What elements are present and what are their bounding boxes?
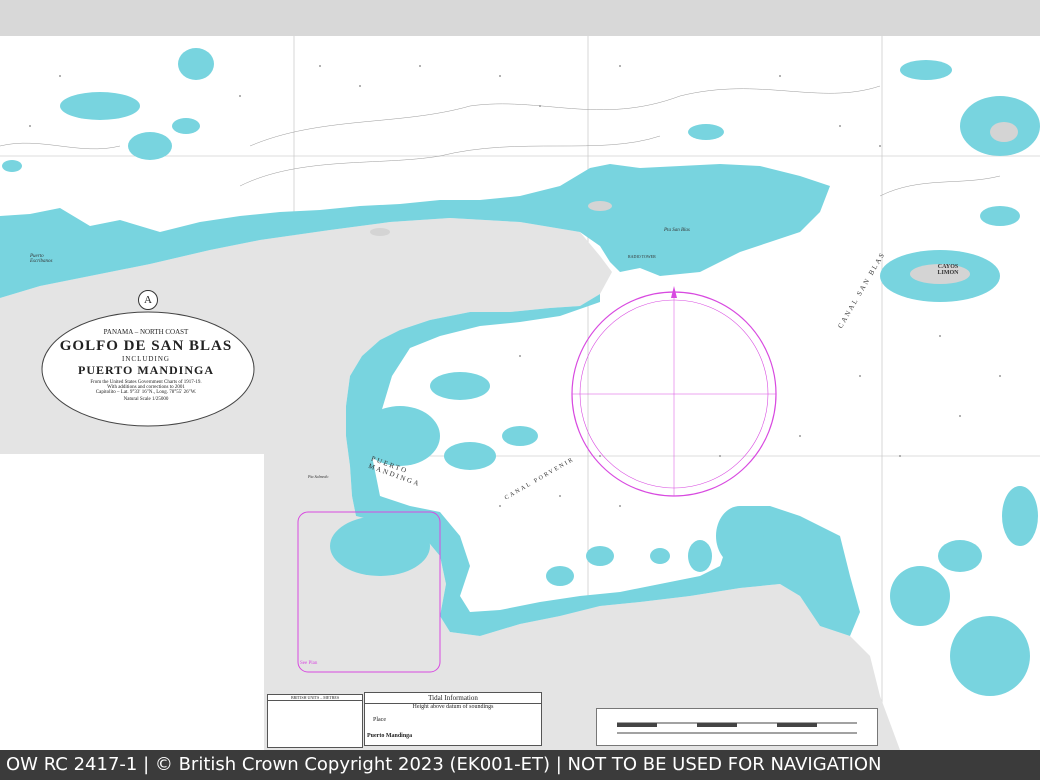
chart-panel-letter: A — [138, 290, 158, 310]
title-line-3: INCLUDING — [122, 355, 170, 363]
tidal-place-header: Place — [373, 717, 386, 723]
label-pta-salmedo: Pta Salmedo — [308, 474, 329, 479]
top-bar — [0, 0, 1040, 36]
title-line-1: PANAMA – NORTH COAST — [103, 328, 189, 336]
title-line-7: Capitolito – Lat. 9°33′ 16″N., Long. 78°… — [95, 390, 197, 395]
title-line-2: GOLFO DE SAN BLAS — [59, 338, 233, 354]
scale-bar — [596, 708, 878, 746]
label-radio-tower: RADIO TOWER — [628, 254, 656, 259]
tidal-info-title: Tidal Information — [365, 693, 541, 704]
blank-panel — [0, 454, 264, 750]
units-table-title: BRITISH UNITS – METRES — [268, 695, 362, 701]
label-puerto-escribanos: Puerto Escribanos — [30, 254, 53, 264]
title-line-8: Natural Scale 1/25000 — [123, 397, 169, 402]
tidal-info-table: Tidal Information Height above datum of … — [364, 692, 542, 746]
label-cayos-limon: CAYOS LIMON — [937, 264, 959, 276]
label-see-plan: See Plan — [300, 661, 318, 666]
tidal-place: Puerto Mandinga — [367, 733, 413, 739]
copyright-footer: OW RC 2417-1 | © British Crown Copyright… — [0, 750, 1040, 780]
title-cartouche: PANAMA – NORTH COAST GOLFO DE SAN BLAS I… — [44, 314, 248, 426]
units-table: BRITISH UNITS – METRES — [267, 694, 363, 748]
title-line-4: PUERTO MANDINGA — [77, 363, 215, 377]
label-pta-san-blas: Pta San Blas — [664, 228, 690, 233]
tidal-info-subtitle: Height above datum of soundings — [412, 704, 494, 710]
nautical-chart[interactable]: CANAL SAN BLAS CAYOS LIMON PUERTO MANDIN… — [0, 36, 1040, 750]
